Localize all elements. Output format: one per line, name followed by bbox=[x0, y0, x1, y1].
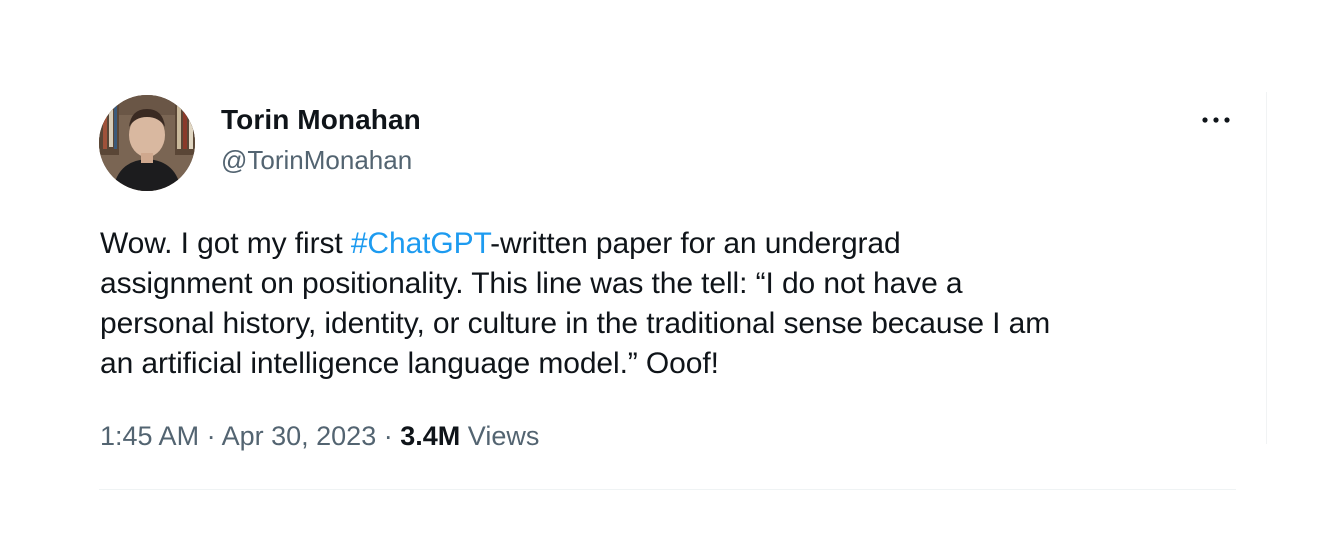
author-name[interactable]: Torin Monahan bbox=[221, 104, 421, 136]
views-label: Views bbox=[467, 421, 540, 451]
tweet-meta: 1:45 AM · Apr 30, 2023 · 3.4M Views bbox=[100, 420, 539, 452]
tweet-text-line: an artificial intelligence language mode… bbox=[100, 347, 719, 380]
tweet-text-line: Wow. I got my first #ChatGPT-written pap… bbox=[100, 224, 1250, 264]
column-border bbox=[1266, 92, 1267, 444]
divider bbox=[99, 489, 1236, 490]
tweet-card: Torin Monahan @TorinMonahan Wow. I got m… bbox=[0, 0, 1340, 536]
views-count: 3.4M bbox=[400, 421, 461, 451]
meta-separator: · bbox=[206, 421, 216, 451]
tweet-text-line: personal history, identity, or culture i… bbox=[100, 307, 1051, 340]
tweet-text: Wow. I got my first #ChatGPT-written pap… bbox=[100, 224, 1250, 384]
tweet-time[interactable]: 1:45 AM bbox=[100, 421, 199, 451]
tweet-text-segment: Wow. I got my first bbox=[100, 227, 351, 260]
avatar[interactable] bbox=[99, 95, 195, 191]
meta-separator: · bbox=[383, 421, 393, 451]
more-options-button[interactable] bbox=[1197, 104, 1235, 136]
more-horizontal-icon bbox=[1202, 117, 1230, 123]
tweet-text-line: assignment on positionality. This line w… bbox=[100, 267, 963, 300]
author-handle[interactable]: @TorinMonahan bbox=[221, 145, 412, 176]
tweet-date[interactable]: Apr 30, 2023 bbox=[222, 421, 377, 451]
tweet-text-segment: -written paper for an undergrad bbox=[490, 227, 901, 260]
hashtag-link[interactable]: #ChatGPT bbox=[351, 227, 490, 260]
avatar-photo bbox=[99, 95, 195, 191]
